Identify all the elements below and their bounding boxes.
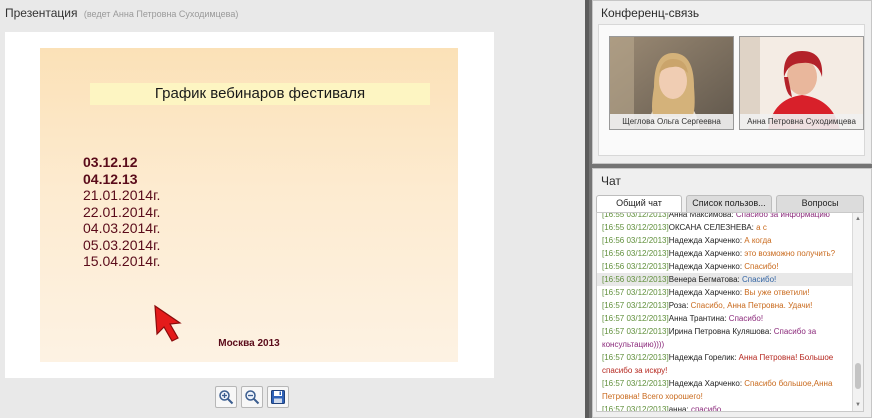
message-author: Анна Максимова: [668,212,734,219]
message-author: Венера Бегматова: [668,275,740,284]
chat-title: Чат [601,174,621,188]
webinar-date: 22.01.2014г. [83,203,161,220]
zoom-out-button[interactable] [241,386,263,408]
message-author: Надежда Харченко: [668,379,743,388]
message-text: Спасибо! [728,314,764,323]
chat-message: [16:57 03/12/2013]Анна Трантина: Спасибо… [597,312,852,325]
chat-message: [16:57 03/12/2013]Надежда Харченко: Вы у… [597,286,852,299]
message-author: Надежда Харченко: [668,288,743,297]
chat-message: [16:57 03/12/2013]Роза: Спасибо, Анна Пе… [597,299,852,312]
webinar-date: 03.12.12 [83,154,138,170]
message-author: Надежда Харченко: [668,236,743,245]
message-author: Надежда Горелик: [668,353,737,362]
slide: График вебинаров фестиваля 03.12.12 04.12… [40,48,458,362]
message-time: [16:57 03/12/2013] [602,353,669,362]
slide-footer: Москва 2013 [218,338,280,349]
floppy-disk-icon [271,390,285,404]
message-time: [16:57 03/12/2013] [602,288,669,297]
video-label: Щеглова Ольга Сергеевна [610,114,733,129]
message-author: Надежда Харченко: [668,249,743,258]
message-text: Спасибо! [744,262,779,271]
message-time: [16:57 03/12/2013] [602,301,669,310]
save-button[interactable] [267,386,289,408]
tab-user-list[interactable]: Список пользов... [686,195,772,212]
chat-panel: Чат Общий чат Список пользов... Вопросы … [592,168,872,418]
chat-message: [16:56 03/12/2013]Надежда Харченко: это … [597,247,852,260]
video-tile[interactable]: Щеглова Ольга Сергеевна [609,36,734,130]
tab-questions[interactable]: Вопросы [776,195,864,212]
message-time: [16:57 03/12/2013] [602,405,669,412]
chat-tabs: Общий чат Список пользов... Вопросы [596,195,864,212]
chat-message: [16:57 03/12/2013]Надежда Харченко: Спас… [597,377,852,403]
presenter-label: (ведет Анна Петровна Суходимцева) [83,9,239,19]
message-author: Роза: [668,301,689,310]
message-time: [16:55 03/12/2013] [602,223,669,232]
message-author: ОКСАНА СЕЛЕЗНЕВА: [668,223,754,232]
video-area: Щеглова Ольга Сергеевна Анна Петровна Су… [598,24,865,156]
message-author: Надежда Харченко: [668,262,743,271]
message-text: Вы уже ответили! [744,288,810,297]
pointer-arrow-icon [154,304,182,342]
chat-message: [16:57 03/12/2013]Надежда Горелик: Анна … [597,351,852,377]
message-text: Спасибо, Анна Петровна. Удачи! [690,301,813,310]
conference-panel: Конференц-связь Щеглова Ольга Сергеевна … [592,0,872,164]
chat-message: [16:56 03/12/2013]Надежда Харченко: Спас… [597,260,852,273]
chat-scrollbar[interactable]: ▲ ▼ [852,213,863,411]
chat-messages[interactable]: [16:55 03/12/2013]Анна Максимова: Спасиб… [596,212,864,412]
zoom-in-button[interactable] [215,386,237,408]
message-text: А когда [744,236,772,245]
presentation-header: Презентация (ведет Анна Петровна Суходим… [5,6,238,20]
zoom-out-icon [245,390,260,405]
presentation-viewer: График вебинаров фестиваля 03.12.12 04.12… [5,32,494,378]
chat-message: [16:57 03/12/2013]Ирина Петровна Куляшов… [597,325,852,351]
message-time: [16:56 03/12/2013] [602,249,669,258]
message-text: спасибо [690,405,722,412]
webinar-date: 04.12.13 [83,170,138,187]
video-tile[interactable]: Анна Петровна Суходимцева [739,36,864,130]
message-text: это возможно получить? [744,249,836,258]
message-list: [16:55 03/12/2013]Анна Максимова: Спасиб… [597,212,852,412]
presentation-panel: Презентация (ведет Анна Петровна Суходим… [0,0,585,418]
conference-title: Конференц-связь [601,6,700,20]
message-author: Анна Трантина: [668,314,727,323]
chat-message: [16:57 03/12/2013]анна: спасибо [597,403,852,412]
message-text: а с [756,223,767,232]
scroll-thumb[interactable] [855,363,861,389]
message-time: [16:57 03/12/2013] [602,314,669,323]
message-text: Спасибо за информацию [735,212,830,219]
chat-message: [16:56 03/12/2013]Надежда Харченко: А ко… [597,234,852,247]
webinar-date: 15.04.2014г. [83,253,161,269]
message-time: [16:56 03/12/2013] [602,262,669,271]
webinar-date: 04.03.2014г. [83,220,161,236]
chat-message: [16:56 03/12/2013]Венера Бегматова: Спас… [597,273,852,286]
slide-title-box: График вебинаров фестиваля [90,83,430,105]
message-time: [16:56 03/12/2013] [602,236,669,245]
message-author: Ирина Петровна Куляшова: [668,327,772,336]
message-time: [16:55 03/12/2013] [602,212,669,219]
scroll-up-icon[interactable]: ▲ [854,215,862,223]
message-text: Спасибо! [742,275,777,284]
webinar-date: 05.03.2014г. [83,236,161,253]
chat-message: [16:55 03/12/2013]ОКСАНА СЕЛЕЗНЕВА: а с [597,221,852,234]
message-time: [16:57 03/12/2013] [602,379,669,388]
chat-message: [16:55 03/12/2013]Анна Максимова: Спасиб… [597,212,852,221]
scroll-down-icon[interactable]: ▼ [854,401,862,409]
presentation-title: Презентация [5,6,78,20]
webinar-date-list: 03.12.12 04.12.13 21.01.2014г. 22.01.2014г.… [83,154,160,270]
video-label: Анна Петровна Суходимцева [740,114,863,129]
message-time: [16:57 03/12/2013] [602,327,669,336]
zoom-in-icon [219,390,234,405]
slide-title: График вебинаров фестиваля [154,85,366,102]
message-author: анна: [668,405,689,412]
message-time: [16:56 03/12/2013] [602,275,669,284]
tab-general-chat[interactable]: Общий чат [596,195,682,212]
webinar-date: 21.01.2014г. [83,187,161,203]
right-sidebar: Конференц-связь Щеглова Ольга Сергеевна … [589,0,872,418]
